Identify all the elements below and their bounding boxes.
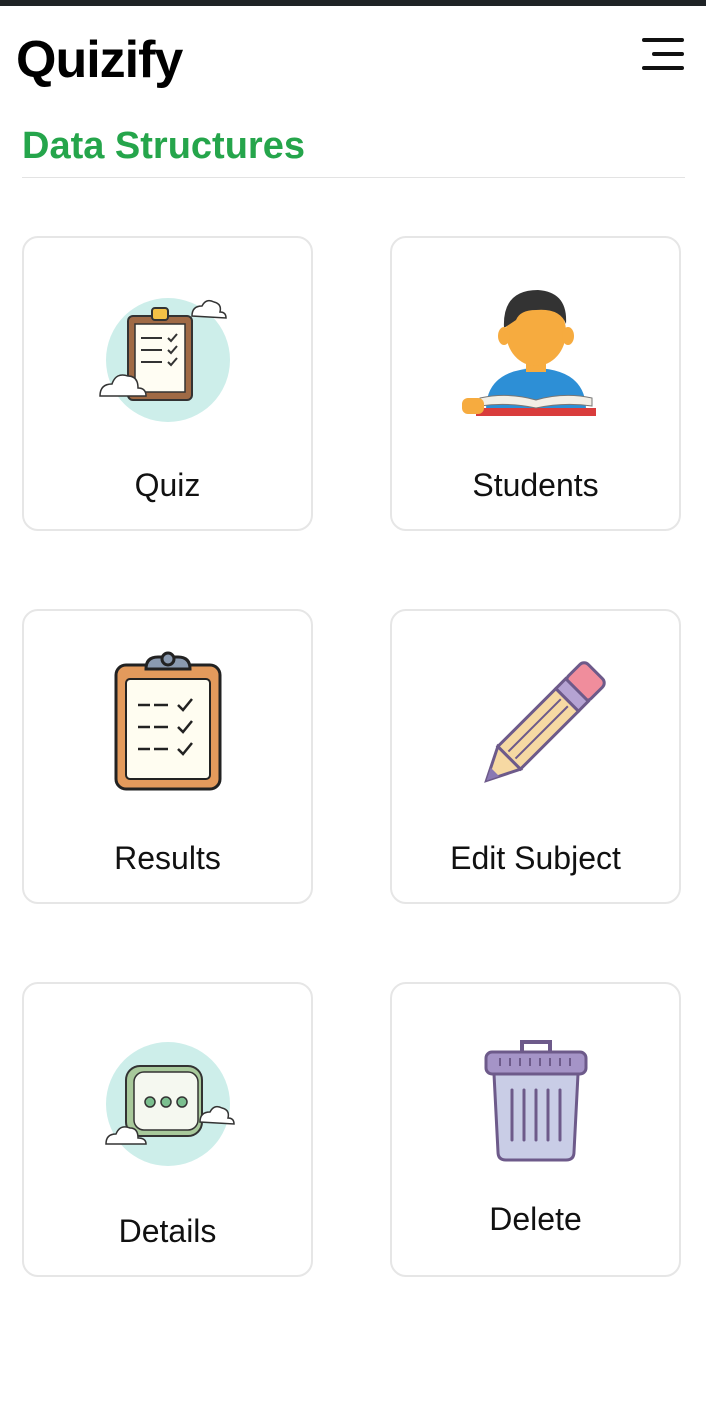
edit-subject-card[interactable]: Edit Subject	[390, 609, 681, 904]
quiz-card[interactable]: Quiz	[22, 236, 313, 531]
details-card-label: Details	[118, 1213, 217, 1249]
divider	[22, 177, 685, 178]
delete-card[interactable]: Delete	[390, 982, 681, 1277]
results-clipboard-icon	[114, 651, 221, 791]
quiz-clipboard-icon	[98, 298, 230, 422]
students-card[interactable]: Students	[390, 236, 681, 531]
delete-card-label: Delete	[489, 1201, 582, 1237]
details-card[interactable]: Details	[22, 982, 313, 1277]
quiz-card-label: Quiz	[134, 467, 201, 503]
menu-button[interactable]	[636, 34, 690, 78]
student-reading-icon	[461, 290, 596, 416]
section-title: Data Structures	[22, 125, 305, 167]
trash-can-icon	[484, 1040, 587, 1162]
students-card-label: Students	[472, 467, 599, 503]
pencil-icon	[483, 661, 606, 783]
chat-bubble-icon	[104, 1042, 235, 1166]
results-card-label: Results	[114, 840, 221, 876]
results-card[interactable]: Results	[22, 609, 313, 904]
edit-subject-card-label: Edit Subject	[450, 840, 621, 876]
status-bar-edge	[0, 0, 706, 6]
app-title: Quizify	[16, 31, 183, 89]
